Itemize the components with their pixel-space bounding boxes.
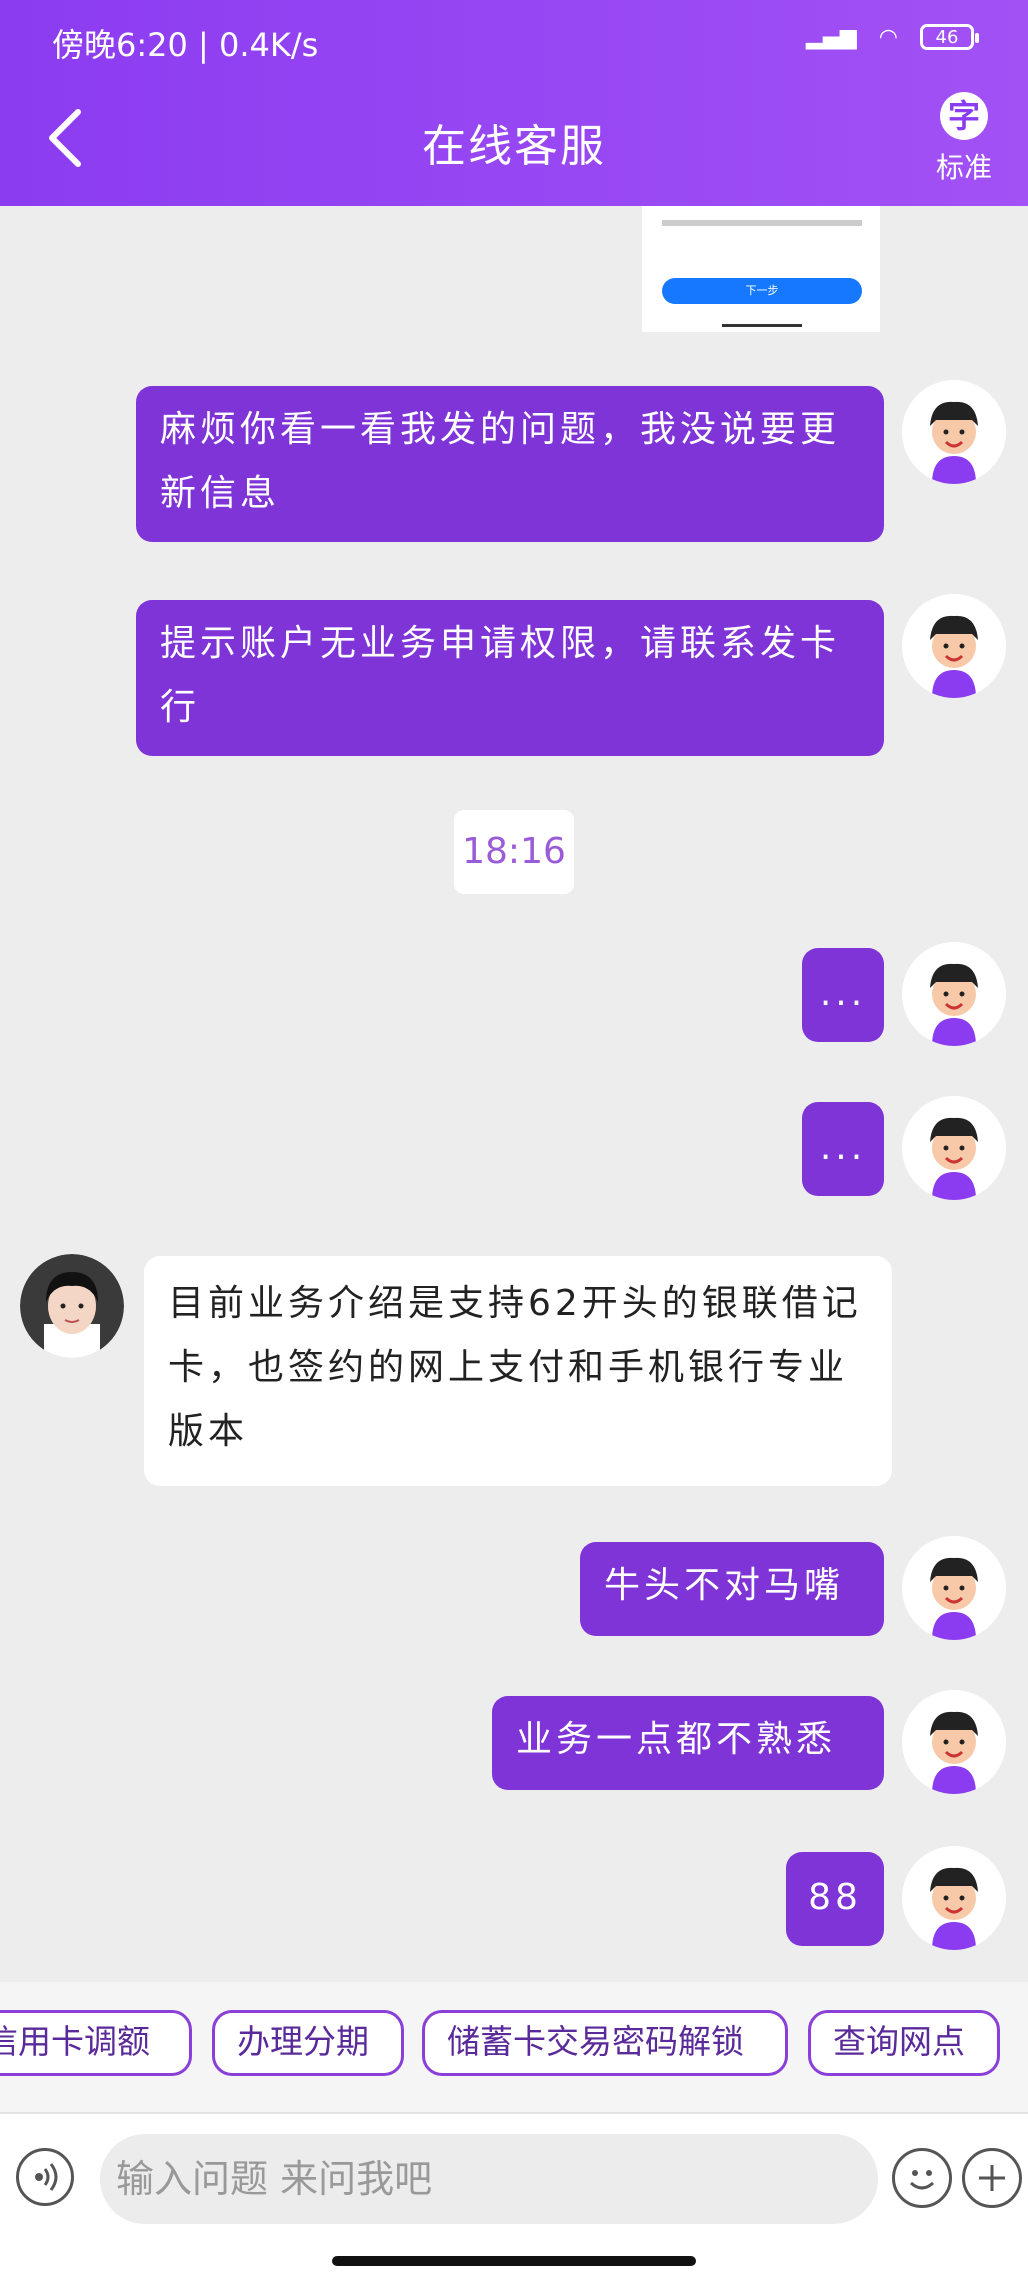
- app-header: 傍晚6:20 | 0.4K/s ▂▄▆ ◠ 46 在线客服 字 标准: [0, 0, 1028, 206]
- more-button[interactable]: [962, 2148, 1022, 2208]
- home-indicator: [332, 2256, 696, 2266]
- message-bubble-user: 88: [786, 1852, 884, 1946]
- user-avatar: [902, 1536, 1006, 1640]
- thumbnail-next-button: 下一步: [662, 278, 862, 304]
- plus-icon: [979, 2165, 1005, 2191]
- font-size-icon: 字: [940, 92, 988, 140]
- user-avatar: [902, 1846, 1006, 1950]
- wifi-icon: ◠: [878, 24, 898, 50]
- page-title: 在线客服: [422, 121, 606, 172]
- agent-avatar: [20, 1254, 124, 1358]
- voice-icon: [35, 2163, 58, 2191]
- message-bubble-user: 提示账户无业务申请权限，请联系发卡行: [136, 600, 884, 756]
- user-avatar: [902, 942, 1006, 1046]
- input-bar: 输入问题 来问我吧: [0, 2112, 1028, 2286]
- emoji-button[interactable]: [892, 2148, 952, 2208]
- message-bubble-user: 麻烦你看一看我发的问题，我没说要更新信息: [136, 386, 884, 542]
- user-avatar: [902, 1690, 1006, 1794]
- quick-reply-chip[interactable]: 信用卡调额: [0, 2010, 192, 2076]
- quick-reply-chip[interactable]: 查询网点: [808, 2010, 1000, 2076]
- timestamp: 18:16: [454, 810, 574, 894]
- message-bubble-user: ...: [802, 1102, 884, 1196]
- voice-button[interactable]: [16, 2148, 74, 2206]
- status-time: 傍晚6:20 | 0.4K/s: [52, 26, 319, 64]
- message-bubble-agent: 目前业务介绍是支持62开头的银联借记卡，也签约的网上支付和手机银行专业版本: [144, 1256, 892, 1486]
- quick-reply-bar: 信用卡调额 办理分期 储蓄卡交易密码解锁 查询网点: [0, 1982, 1028, 2112]
- quick-reply-chip[interactable]: 办理分期: [212, 2010, 404, 2076]
- thumbnail-home-bar: [722, 324, 802, 327]
- message-bubble-user: ...: [802, 948, 884, 1042]
- user-avatar: [902, 380, 1006, 484]
- font-size-label: 标准: [935, 151, 992, 184]
- message-input[interactable]: 输入问题 来问我吧: [100, 2134, 878, 2224]
- battery-icon: 46: [920, 24, 979, 50]
- signal-icon: ▂▄▆: [806, 24, 857, 50]
- thumbnail-text: [662, 220, 862, 226]
- emoji-icon: [909, 2170, 935, 2190]
- image-message-thumbnail[interactable]: 下一步: [642, 206, 880, 332]
- message-bubble-user: 业务一点都不熟悉: [492, 1696, 884, 1790]
- user-avatar: [902, 594, 1006, 698]
- message-bubble-user: 牛头不对马嘴: [580, 1542, 884, 1636]
- user-avatar: [902, 1096, 1006, 1200]
- quick-reply-chip[interactable]: 储蓄卡交易密码解锁: [422, 2010, 788, 2076]
- status-icons: ▂▄▆ ◠ 46: [806, 24, 979, 50]
- font-size-button[interactable]: 字 标准: [924, 92, 1004, 186]
